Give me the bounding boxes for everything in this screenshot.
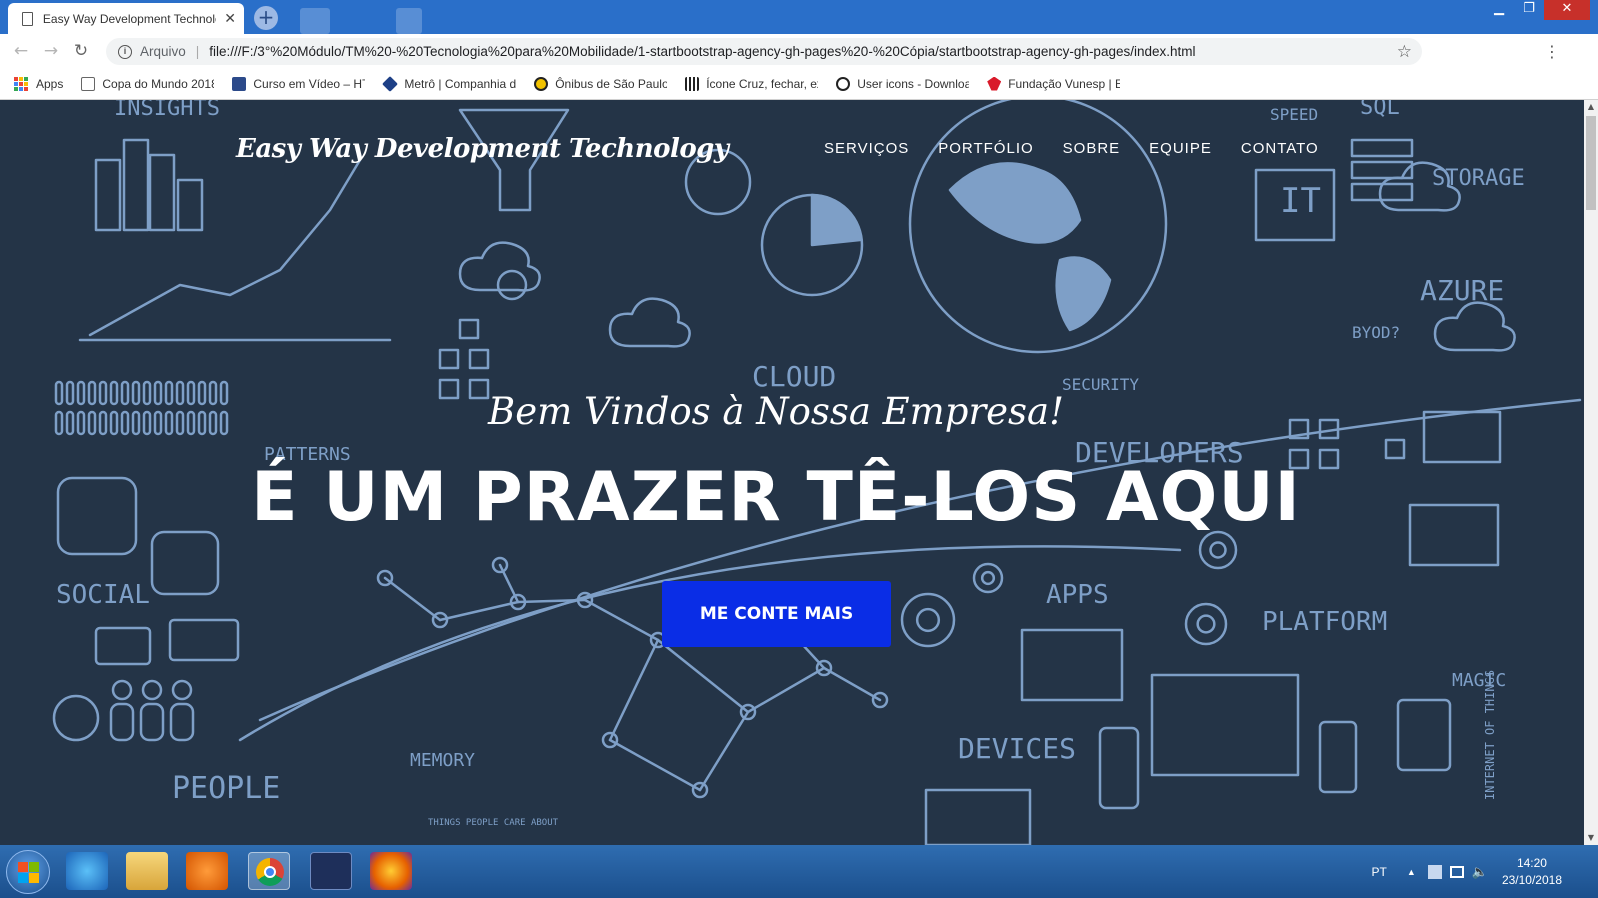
bookmark-item[interactable]: Fundação Vunesp | E <box>987 76 1120 91</box>
doodle-word: IT <box>1280 181 1321 221</box>
info-icon[interactable]: i <box>118 44 132 59</box>
doodle-word: SPEED <box>1270 105 1318 124</box>
restore-icon[interactable]: ❐ <box>1514 0 1544 20</box>
reload-icon[interactable]: ↻ <box>66 41 96 61</box>
network-icon[interactable] <box>1449 865 1464 878</box>
barcode-icon <box>685 76 700 91</box>
tray-expand-icon[interactable]: ▲ <box>1407 867 1416 877</box>
doodle-word: PEOPLE <box>172 771 280 806</box>
bookmark-item[interactable]: User icons - Downloa <box>836 76 969 91</box>
nav-equipe[interactable]: EQUIPE <box>1149 140 1212 157</box>
doodle-word: SQL <box>1360 100 1400 120</box>
scroll-up-icon[interactable]: ▲ <box>1584 100 1598 114</box>
scrollbar-thumb[interactable] <box>1586 116 1596 210</box>
apps-grid-icon <box>14 76 28 91</box>
doodle-word: CLOUD <box>752 360 836 393</box>
nav-servicos[interactable]: SERVIÇOS <box>824 140 909 157</box>
close-tab-icon[interactable]: ✕ <box>224 11 236 27</box>
system-tray: PT ▲ 🔈 14:20 23/10/2018 <box>1371 845 1598 898</box>
minimize-icon[interactable]: ▁ <box>1484 0 1514 20</box>
internet-explorer-icon[interactable] <box>66 852 108 890</box>
tab-title: Easy Way Development Technolo <box>42 11 217 26</box>
windows-start-button[interactable] <box>6 850 50 894</box>
metro-icon <box>382 75 399 92</box>
windows-taskbar: PT ▲ 🔈 14:20 23/10/2018 <box>0 845 1598 898</box>
doodle-word: THINGS PEOPLE CARE ABOUT <box>428 818 559 828</box>
language-indicator[interactable]: PT <box>1371 865 1386 879</box>
nav-portfolio[interactable]: PORTFÓLIO <box>938 140 1033 157</box>
media-player-icon[interactable] <box>186 852 228 890</box>
page-scrollbar[interactable]: ▲ ▼ <box>1584 100 1598 845</box>
scroll-down-icon[interactable]: ▼ <box>1584 831 1598 845</box>
browser-toolbar: ← → ↻ i Arquivo | file:///F:/3°%20Módulo… <box>0 34 1598 94</box>
doodle-word: MEMORY <box>410 750 475 771</box>
doodle-word: PLATFORM <box>1262 607 1387 637</box>
vunesp-icon <box>987 76 1002 91</box>
doodle-word: INSIGHTS <box>114 100 220 121</box>
hero-subheading: Bem Vindos à Nossa Empresa! <box>488 390 1064 433</box>
doodle-word: MAGIC <box>1452 670 1506 691</box>
doodle-word: APPS <box>1046 580 1109 610</box>
doodle-word: SOCIAL <box>56 580 150 610</box>
clock-date: 23/10/2018 <box>1501 872 1562 887</box>
video-icon <box>232 76 247 91</box>
new-tab-button[interactable]: + <box>254 6 278 30</box>
doodle-word: DEVICES <box>958 732 1076 765</box>
address-separator: | <box>195 44 200 59</box>
site-brand[interactable]: Easy Way Development Technology <box>236 134 729 164</box>
back-arrow-icon[interactable]: ← <box>6 41 36 61</box>
bookmark-item[interactable]: Curso em Vídeo – HT <box>232 76 365 91</box>
desktop-icon <box>396 8 422 34</box>
visual-studio-code-icon[interactable] <box>310 852 352 890</box>
clock-time: 14:20 <box>1516 855 1547 870</box>
nav-contato[interactable]: CONTATO <box>1241 140 1319 157</box>
doodle-word: STORAGE <box>1432 166 1525 191</box>
bookmark-item[interactable]: Ônibus de São Paulo <box>534 76 667 91</box>
address-scheme: Arquivo <box>140 44 186 59</box>
file-explorer-icon[interactable] <box>126 852 168 890</box>
doodle-word: INTERNET OF THINGS <box>1483 670 1497 800</box>
volume-icon[interactable]: 🔈 <box>1472 864 1488 880</box>
nav-sobre[interactable]: SOBRE <box>1063 140 1121 157</box>
bookmark-apps[interactable]: Apps <box>14 76 63 91</box>
firefox-icon[interactable] <box>370 852 412 890</box>
address-url[interactable]: file:///F:/3°%20Módulo/TM%20-%20Tecnolog… <box>209 44 1195 59</box>
user-icon <box>836 76 851 91</box>
forward-arrow-icon[interactable]: → <box>36 41 66 61</box>
chrome-icon[interactable] <box>248 852 290 890</box>
hero-heading: É UM PRAZER TÊ-LOS AQUI <box>251 458 1301 537</box>
doodle-word: AZURE <box>1420 274 1504 307</box>
close-window-icon[interactable]: ✕ <box>1544 0 1590 20</box>
bookmarks-bar: Apps Copa do Mundo 2018 Curso em Vídeo –… <box>0 68 1598 100</box>
main-nav: SERVIÇOS PORTFÓLIO SOBRE EQUIPE CONTATO <box>824 140 1348 157</box>
bookmark-item[interactable]: Ícone Cruz, fechar, ex <box>685 76 818 91</box>
action-center-icon[interactable] <box>1427 864 1442 879</box>
tell-me-more-button[interactable]: ME CONTE MAIS <box>662 581 891 647</box>
window-controls: ▁ ❐ ✕ <box>1484 0 1590 20</box>
address-bar[interactable]: i Arquivo | file:///F:/3°%20Módulo/TM%20… <box>106 38 1422 65</box>
bus-icon <box>534 76 549 91</box>
tab-strip: Easy Way Development Technolo ✕ + ▁ ❐ ✕ <box>0 0 1598 34</box>
browser-tab[interactable]: Easy Way Development Technolo ✕ <box>8 3 244 34</box>
desktop-icon <box>300 8 330 34</box>
menu-dots-icon[interactable]: ⋮ <box>1544 42 1560 61</box>
page-icon <box>81 76 96 91</box>
doodle-word: BYOD? <box>1352 323 1400 342</box>
hero-section: INSIGHTS SQL STORAGE IT AZURE BYOD? CLOUD SECUR… <box>0 100 1584 845</box>
bookmark-item[interactable]: Metrô | Companhia d <box>382 75 516 92</box>
bookmark-item[interactable]: Copa do Mundo 2018 <box>81 76 214 91</box>
bookmark-star-icon[interactable]: ☆ <box>1397 42 1412 62</box>
document-icon <box>22 11 33 26</box>
clock[interactable]: 14:20 23/10/2018 <box>1502 855 1562 889</box>
